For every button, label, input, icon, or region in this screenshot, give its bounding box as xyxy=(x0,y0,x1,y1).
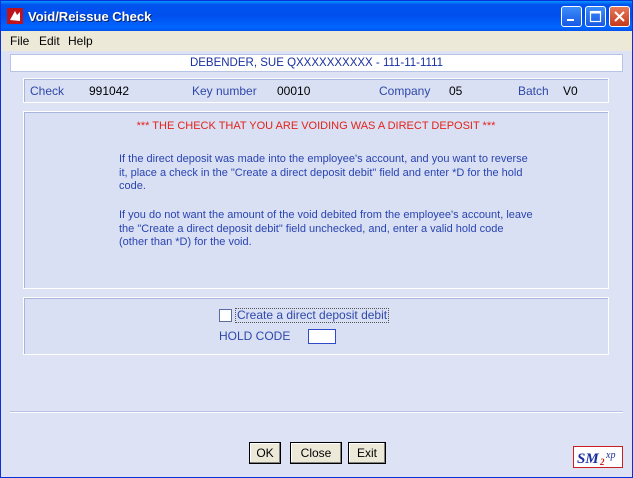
key-number-value: 00010 xyxy=(277,84,311,98)
void-reissue-window: Void/Reissue Check File Edit Help DEBEND… xyxy=(0,0,633,478)
employee-header: DEBENDER, SUE QXXXXXXXXXX - 111-11-1111 xyxy=(10,54,623,72)
maximize-button[interactable] xyxy=(585,6,606,27)
close-button[interactable]: Close xyxy=(290,442,342,464)
check-info-panel: Check 991042 Key number 00010 Company 05… xyxy=(23,78,609,103)
direct-deposit-debit-checkbox[interactable] xyxy=(219,309,232,322)
check-label: Check xyxy=(30,84,65,98)
logo-graphic: SM 2 xp xyxy=(577,450,615,467)
hold-code-label: HOLD CODE xyxy=(219,329,291,343)
sm2xp-logo: SM 2 xp xyxy=(573,446,623,468)
check-value: 991042 xyxy=(89,84,130,98)
svg-text:xp: xp xyxy=(605,450,615,461)
company-label: Company xyxy=(379,84,431,98)
instructions-paragraph-2: If you do not want the amount of the voi… xyxy=(119,209,533,248)
void-options-panel: Create a direct deposit debit HOLD CODE xyxy=(23,297,609,355)
direct-deposit-warning: *** THE CHECK THAT YOU ARE VOIDING WAS A… xyxy=(136,120,496,132)
batch-value: V0 xyxy=(563,84,578,98)
svg-text:SM: SM xyxy=(577,451,599,467)
menu-edit[interactable]: Edit xyxy=(39,34,60,48)
app-icon xyxy=(7,8,23,24)
batch-label: Batch xyxy=(518,84,549,98)
hold-code-input[interactable] xyxy=(308,329,336,344)
minimize-icon xyxy=(567,19,574,21)
key-number-label: Key number xyxy=(192,84,257,98)
company-value: 05 xyxy=(449,84,463,98)
menu-help[interactable]: Help xyxy=(68,34,93,48)
close-window-button[interactable] xyxy=(609,6,630,27)
divider xyxy=(10,411,623,413)
maximize-icon xyxy=(589,10,602,23)
close-icon xyxy=(614,11,625,22)
svg-text:2: 2 xyxy=(599,457,605,467)
window-title: Void/Reissue Check xyxy=(28,9,152,24)
instructions-paragraph-1: If the direct deposit was made into the … xyxy=(119,153,528,192)
menu-bar: File Edit Help xyxy=(1,31,632,51)
direct-deposit-notice-panel: *** THE CHECK THAT YOU ARE VOIDING WAS A… xyxy=(23,111,609,289)
direct-deposit-debit-label[interactable]: Create a direct deposit debit xyxy=(235,308,390,323)
minimize-button[interactable] xyxy=(561,6,582,27)
menu-file[interactable]: File xyxy=(10,34,29,48)
exit-button[interactable]: Exit xyxy=(348,442,386,464)
ok-button[interactable]: OK xyxy=(249,442,281,464)
title-bar[interactable]: Void/Reissue Check xyxy=(1,1,632,31)
